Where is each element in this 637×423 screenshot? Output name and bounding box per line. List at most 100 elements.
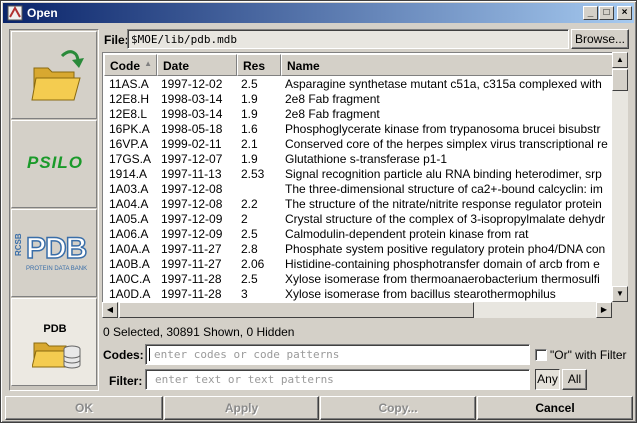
minimize-icon: _ (587, 7, 594, 18)
scroll-corner (612, 302, 628, 318)
scroll-down-button[interactable]: ▼ (612, 286, 628, 302)
column-header-code[interactable]: Code ▲ (104, 54, 157, 76)
cell-res: 1.6 (241, 122, 258, 136)
table-row[interactable]: 1A0C.A 1997-11-28 2.5 Xylose isomerase from… (104, 272, 614, 287)
cell-name: Phosphate system positive regulatory pro… (285, 242, 606, 256)
cell-date: 1997-12-09 (161, 227, 223, 241)
table-row[interactable]: 16VP.A 1999-02-11 2.1 Conserved core of the… (104, 137, 614, 152)
table-row[interactable]: 1A0D.A 1997-11-28 3 Xylose isomerase from b… (104, 287, 614, 302)
cell-name: Conserved core of the herpes simplex vir… (285, 137, 608, 151)
table-row[interactable]: 1A04.A 1997-12-08 2.2 The structure of the … (104, 197, 614, 212)
table-row[interactable]: 1A05.A 1997-12-09 2 Crystal structure of th… (104, 212, 614, 227)
table-row[interactable]: 17GS.A 1997-12-07 1.9 Glutathione s-transfe… (104, 152, 614, 167)
cell-code: 17GS.A (109, 152, 152, 166)
sidebar-item-open-folder[interactable] (11, 31, 97, 119)
or-with-filter-label: "Or" with Filter (550, 348, 627, 362)
sidebar-item-pdb[interactable]: RCSB PDB PROTEIN DATA BANK (11, 209, 97, 297)
cell-res: 2.1 (241, 137, 258, 151)
vertical-scrollbar[interactable]: ▲ ▼ (612, 52, 628, 302)
cell-code: 1A0A.A (109, 242, 150, 256)
vertical-scroll-thumb[interactable] (612, 69, 628, 91)
filter-input[interactable]: enter text or text patterns (145, 369, 530, 390)
browse-button[interactable]: Browse... (571, 29, 629, 49)
table-row[interactable]: 12E8.H 1998-03-14 1.9 2e8 Fab fragment (104, 92, 614, 107)
cell-date: 1997-12-07 (161, 152, 223, 166)
scroll-left-button[interactable]: ◀ (102, 302, 118, 318)
minimize-button[interactable]: _ (583, 6, 598, 20)
codes-input[interactable]: enter codes or code patterns (145, 344, 530, 365)
cancel-button[interactable]: Cancel (477, 396, 633, 420)
maximize-button[interactable]: □ (599, 6, 614, 20)
open-folder-icon (31, 50, 84, 101)
cell-name: Signal recognition particle alu RNA bind… (285, 167, 602, 181)
cell-code: 12E8.H (109, 92, 150, 106)
table-row[interactable]: 1914.A 1997-11-13 2.53 Signal recognition p… (104, 167, 614, 182)
cell-date: 1998-03-14 (161, 107, 223, 121)
cell-code: 1A0C.A (109, 272, 151, 286)
cell-date: 1999-02-11 (161, 137, 222, 151)
cell-code: 11AS.A (109, 77, 149, 91)
file-label: File: (104, 33, 129, 47)
horizontal-scrollbar[interactable]: ◀ ▶ (102, 302, 612, 318)
table-body: 11AS.A 1997-12-02 2.5 Asparagine synthetase… (104, 77, 614, 302)
cell-date: 1997-12-08 (161, 197, 223, 211)
table-row[interactable]: 11AS.A 1997-12-02 2.5 Asparagine synthetase… (104, 77, 614, 92)
table-row[interactable]: 1A0A.A 1997-11-27 2.8 Phosphate system posi… (104, 242, 614, 257)
arrow-left-icon: ◀ (106, 305, 114, 314)
cell-date: 1997-11-28 (161, 272, 222, 286)
scroll-up-button[interactable]: ▲ (612, 52, 628, 68)
pdb-logo: PDB (25, 231, 88, 266)
cell-code: 16VP.A (109, 137, 149, 151)
or-with-filter-checkbox[interactable] (535, 349, 547, 361)
cell-res: 2.53 (241, 167, 265, 181)
status-text: 0 Selected, 30891 Shown, 0 Hidden (103, 325, 295, 339)
table-header: Code ▲ Date Res Name (104, 54, 614, 76)
cell-res: 2 (241, 212, 248, 226)
cell-date: 1997-11-27 (161, 257, 222, 271)
arrow-right-icon: ▶ (600, 305, 608, 314)
cell-res: 2.06 (241, 257, 265, 271)
cell-code: 1A0D.A (109, 287, 151, 301)
cell-res: 1.9 (241, 107, 258, 121)
close-button[interactable]: × (617, 6, 632, 20)
cell-code: 1A04.A (109, 197, 149, 211)
cell-res: 1.9 (241, 152, 258, 166)
sidebar-item-psilo[interactable]: PSILO (11, 120, 97, 208)
all-toggle-button[interactable]: All (562, 369, 587, 390)
cell-date: 1997-12-02 (161, 77, 223, 91)
cell-name: Phosphoglycerate kinase from trypanosoma… (285, 122, 601, 136)
sidebar-item-pdb-database[interactable]: PDB (11, 298, 97, 386)
cell-res: 1.9 (241, 92, 258, 106)
pdb-table[interactable]: Code ▲ Date Res Name 11AS.A 1997-12-02 2.5… (102, 52, 628, 318)
file-path-field[interactable]: $MOE/lib/pdb.mdb (127, 29, 569, 49)
cell-name: 2e8 Fab fragment (285, 92, 380, 106)
sort-ascending-icon: ▲ (144, 59, 152, 68)
column-header-date[interactable]: Date (157, 54, 237, 76)
apply-button[interactable]: Apply (164, 396, 319, 420)
filter-placeholder: enter text or text patterns (155, 373, 334, 386)
cell-code: 1A06.A (109, 227, 149, 241)
cell-name: The structure of the nitrate/nitrite res… (285, 197, 602, 211)
any-toggle-button[interactable]: Any (535, 369, 560, 390)
cell-res: 2.5 (241, 77, 258, 91)
app-icon (7, 5, 23, 21)
cell-res: 2.5 (241, 272, 258, 286)
cell-code: 1A05.A (109, 212, 149, 226)
source-sidebar: PSILO RCSB PDB PROTEIN DATA BANK PDB (9, 29, 99, 391)
copy-button[interactable]: Copy... (320, 396, 476, 420)
table-row[interactable]: 1A06.A 1997-12-09 2.5 Calmodulin-dependent … (104, 227, 614, 242)
title-bar[interactable]: Open _ □ × (3, 3, 634, 23)
arrow-down-icon: ▼ (616, 289, 624, 298)
column-header-res[interactable]: Res (237, 54, 281, 76)
horizontal-scroll-thumb[interactable] (119, 302, 474, 318)
column-header-name[interactable]: Name (281, 54, 614, 76)
close-icon: × (621, 7, 628, 18)
table-row[interactable]: 1A03.A 1997-12-08 The three-dimensional st… (104, 182, 614, 197)
table-row[interactable]: 12E8.L 1998-03-14 1.9 2e8 Fab fragment (104, 107, 614, 122)
cell-code: 16PK.A (109, 122, 150, 136)
table-row[interactable]: 16PK.A 1998-05-18 1.6 Phosphoglycerate kina… (104, 122, 614, 137)
codes-label: Codes: (103, 348, 144, 362)
table-row[interactable]: 1A0B.A 1997-11-27 2.06 Histidine-containing… (104, 257, 614, 272)
scroll-right-button[interactable]: ▶ (596, 302, 612, 318)
ok-button[interactable]: OK (5, 396, 163, 420)
